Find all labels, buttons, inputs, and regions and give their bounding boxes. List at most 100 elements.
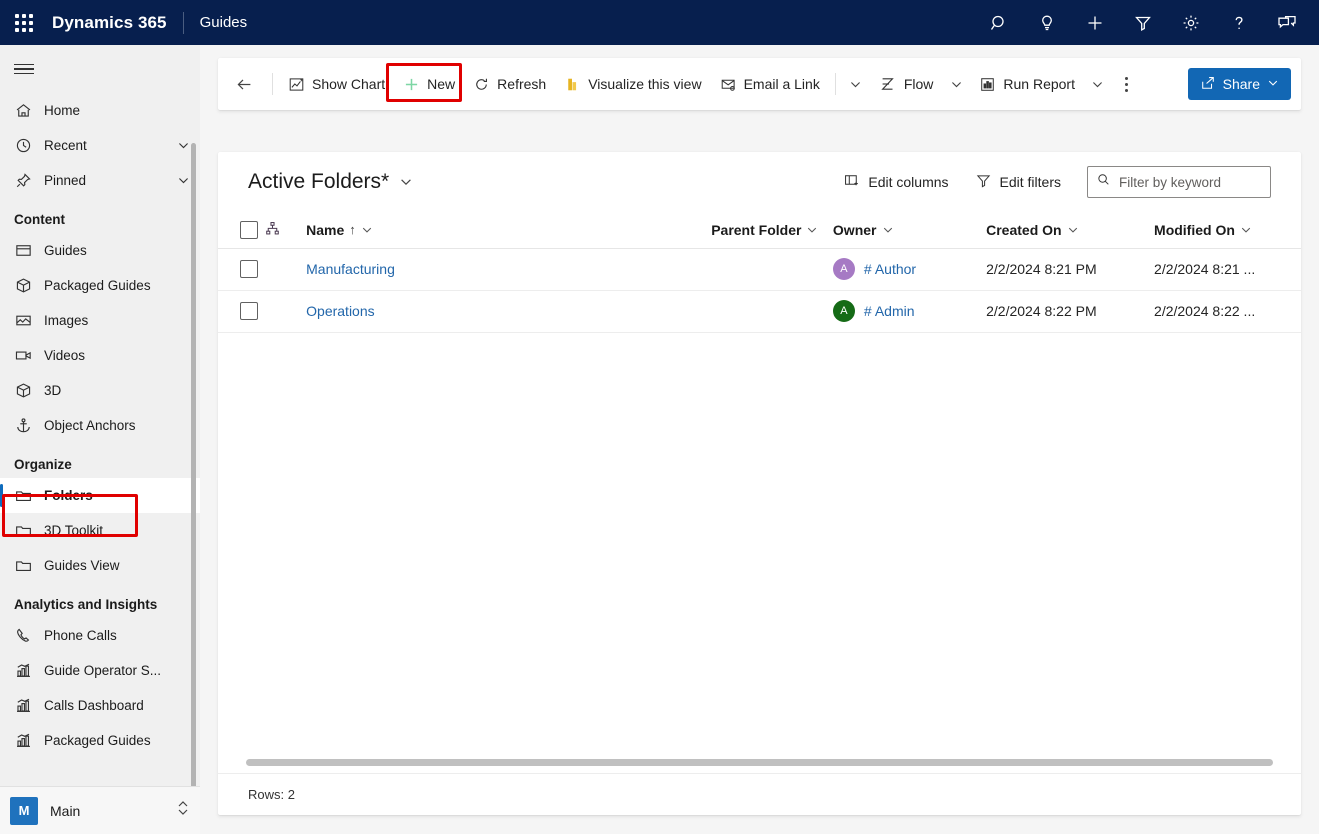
column-header-parent-folder[interactable]: Parent Folder [711,212,833,248]
plus-icon [403,76,420,93]
chevron-down-icon[interactable] [806,224,818,236]
command-divider [272,73,273,95]
search-box[interactable] [1087,166,1271,198]
gear-icon[interactable] [1167,0,1215,45]
sidebar-item-calls-dashboard[interactable]: Calls Dashboard [0,688,200,723]
cell-name[interactable]: Manufacturing [306,248,711,290]
help-icon[interactable] [1215,0,1263,45]
edit-filters-button[interactable]: Edit filters [975,172,1061,192]
sidebar-item-folders[interactable]: Folders [0,478,200,513]
cell-owner[interactable]: A # Author [833,248,986,290]
search-input[interactable] [1119,175,1262,190]
chevron-down-icon[interactable] [399,175,413,189]
cell-parent-folder [711,290,833,332]
record-link[interactable]: Manufacturing [306,261,395,277]
grid-footer: Rows: 2 [218,773,1301,815]
new-button[interactable]: New [394,64,464,104]
sidebar-scroll-area: Home Recent [0,93,200,834]
filter-icon [975,172,992,192]
row-checkbox[interactable] [240,260,258,278]
sidebar-item-3d-toolkit[interactable]: 3D Toolkit [0,513,200,548]
command-label: Refresh [497,76,546,92]
record-link[interactable]: Operations [306,303,374,319]
flow-button[interactable]: Flow [870,64,943,104]
hamburger-menu-icon[interactable] [0,45,200,93]
main-content: Show Chart New Refresh [200,45,1319,834]
chevron-down-icon[interactable] [882,224,894,236]
row-select-cell[interactable] [218,290,264,332]
sidebar-item-object-anchors[interactable]: Object Anchors [0,408,200,443]
email-a-link-button[interactable]: Email a Link [711,64,829,104]
sidebar-group-title: Content [0,198,200,233]
cell-name[interactable]: Operations [306,290,711,332]
row-count-label: Rows: 2 [248,787,295,802]
sidebar-item-home[interactable]: Home [0,93,200,128]
command-label: Show Chart [312,76,385,92]
select-all-checkbox[interactable] [240,221,258,239]
view-title-label: Active Folders* [248,170,389,194]
pin-icon [14,171,44,190]
visualize-this-view-button[interactable]: Visualize this view [555,64,710,104]
sidebar-item-packaged-guides[interactable]: Packaged Guides [0,268,200,303]
filter-icon[interactable] [1119,0,1167,45]
chevron-down-icon[interactable] [1067,224,1079,236]
view-selector[interactable]: Active Folders* [248,170,413,194]
edit-columns-button[interactable]: Edit columns [843,172,948,192]
more-commands-button[interactable] [1112,64,1142,104]
sort-ascending-icon: ↑ [349,222,356,237]
sidebar-item-3d[interactable]: 3D [0,373,200,408]
run-report-button[interactable]: Run Report [970,64,1084,104]
chevron-down-icon[interactable] [1240,224,1252,236]
chevron-up-down-icon[interactable] [176,799,190,822]
horizontal-scrollbar[interactable] [246,759,1273,766]
run-report-chevron-down-icon[interactable] [1084,64,1112,104]
sidebar-item-label: Recent [44,138,166,153]
guide-icon [14,241,44,260]
share-button[interactable]: Share [1188,68,1291,100]
owner-link[interactable]: # Author [864,261,916,277]
app-name-label: Guides [200,14,248,31]
column-header-modified-on[interactable]: Modified On [1154,212,1301,248]
sidebar-item-images[interactable]: Images [0,303,200,338]
sidebar-item-guides[interactable]: Guides [0,233,200,268]
row-select-cell[interactable] [218,248,264,290]
column-header-owner[interactable]: Owner [833,212,986,248]
row-checkbox[interactable] [240,302,258,320]
select-all-header[interactable] [218,212,264,248]
sidebar-item-label: Calls Dashboard [44,698,200,713]
email-a-link-chevron-down-icon[interactable] [842,64,870,104]
sidebar-item-recent[interactable]: Recent [0,128,200,163]
sidebar-item-videos[interactable]: Videos [0,338,200,373]
command-label: Visualize this view [588,76,701,92]
app-launcher-icon[interactable] [0,0,48,45]
lightbulb-icon[interactable] [1023,0,1071,45]
sidebar-item-packaged-guides-analytics[interactable]: Packaged Guides [0,723,200,758]
table-row[interactable]: Operations A # Admin 2/2/2024 8:22 PM 2/… [218,290,1301,332]
sidebar: Home Recent [0,45,200,834]
column-header-name[interactable]: Name ↑ [306,212,711,248]
sidebar-item-guides-view[interactable]: Guides View [0,548,200,583]
show-chart-button[interactable]: Show Chart [279,64,394,104]
back-button[interactable] [222,64,266,104]
column-header-created-on[interactable]: Created On [986,212,1154,248]
column-label: Modified On [1154,222,1235,238]
sidebar-item-pinned[interactable]: Pinned [0,163,200,198]
owner-link[interactable]: # Admin [864,303,915,319]
sidebar-item-label: Guides View [44,558,200,573]
folder-icon [14,486,44,505]
feedback-icon[interactable] [1263,0,1311,45]
sidebar-item-phone-calls[interactable]: Phone Calls [0,618,200,653]
table-header: Name ↑ Parent Folder [218,212,1301,248]
search-icon[interactable] [975,0,1023,45]
plus-icon[interactable] [1071,0,1119,45]
flow-chevron-down-icon[interactable] [942,64,970,104]
app-switcher[interactable]: M Main [0,786,200,834]
table-row[interactable]: Manufacturing A # Author 2/2/2024 8:21 P… [218,248,1301,290]
sidebar-item-guide-operator-summary[interactable]: Guide Operator S... [0,653,200,688]
chevron-down-icon[interactable] [1267,76,1279,92]
top-bar-actions [975,0,1319,45]
chevron-down-icon[interactable] [361,224,373,236]
cell-owner[interactable]: A # Admin [833,290,986,332]
refresh-button[interactable]: Refresh [464,64,555,104]
sidebar-scrollbar[interactable] [191,143,196,831]
